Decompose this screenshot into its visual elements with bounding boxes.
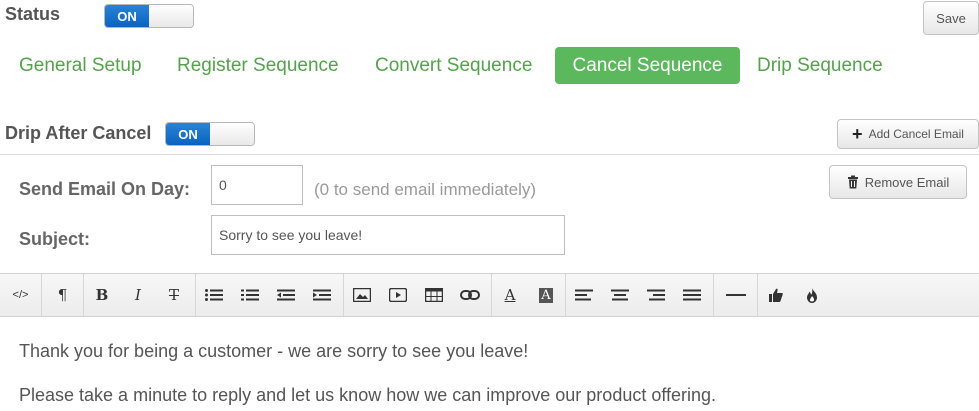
thumbs-up-icon[interactable] <box>758 274 794 316</box>
tab-cancel-sequence[interactable]: Cancel Sequence <box>555 47 740 84</box>
remove-email-label: Remove Email <box>864 174 950 190</box>
html-code-icon[interactable]: </> <box>0 274 41 316</box>
ordered-list-icon[interactable] <box>232 274 268 316</box>
align-left-icon[interactable] <box>566 274 602 316</box>
trash-icon <box>847 175 859 189</box>
background-color-icon[interactable]: A <box>528 274 564 316</box>
table-icon[interactable] <box>416 274 452 316</box>
tab-register-sequence[interactable]: Register Sequence <box>162 47 354 84</box>
align-justify-icon[interactable] <box>674 274 710 316</box>
send-email-on-day-label: Send Email On Day: <box>19 179 191 199</box>
paragraph-icon[interactable]: ¶ <box>42 274 83 316</box>
align-right-icon[interactable] <box>638 274 674 316</box>
text-color-icon[interactable]: A <box>492 274 528 316</box>
toolbar-group-color: A A <box>492 274 566 316</box>
plus-icon: + <box>852 124 863 144</box>
drip-after-cancel-toggle[interactable]: ON <box>165 122 255 146</box>
subject-input[interactable]: Sorry to see you leave! <box>211 215 565 255</box>
unordered-list-icon[interactable] <box>196 274 232 316</box>
align-center-icon[interactable] <box>602 274 638 316</box>
tab-drip-sequence[interactable]: Drip Sequence <box>742 47 898 84</box>
toolbar-group-align <box>566 274 714 316</box>
bold-icon[interactable]: B <box>84 274 120 316</box>
toolbar-group-rule <box>714 274 758 316</box>
link-icon[interactable] <box>452 274 488 316</box>
add-cancel-email-button[interactable]: + Add Cancel Email <box>837 119 979 149</box>
toolbar-group-extra <box>758 274 832 316</box>
toolbar-group-text-style: B I T <box>84 274 196 316</box>
video-icon[interactable] <box>380 274 416 316</box>
status-toggle-on: ON <box>105 5 149 27</box>
italic-icon[interactable]: I <box>120 274 156 316</box>
subject-label: Subject: <box>19 229 91 249</box>
image-icon[interactable] <box>344 274 380 316</box>
add-cancel-email-label: Add Cancel Email <box>868 127 964 141</box>
editor-paragraph: Thank you for being a customer - we are … <box>19 341 529 361</box>
strikethrough-icon[interactable]: T <box>156 274 192 316</box>
drip-toggle-on: ON <box>166 123 210 145</box>
fire-icon[interactable] <box>794 274 830 316</box>
toolbar-group-insert <box>344 274 492 316</box>
send-day-hint: (0 to send email immediately) <box>314 180 537 199</box>
drip-after-cancel-label: Drip After Cancel <box>5 123 152 143</box>
outdent-icon[interactable] <box>268 274 304 316</box>
tab-general-setup[interactable]: General Setup <box>4 47 157 84</box>
indent-icon[interactable] <box>304 274 340 316</box>
tab-convert-sequence[interactable]: Convert Sequence <box>360 47 547 84</box>
remove-email-button[interactable]: Remove Email <box>829 165 967 199</box>
editor-toolbar: </> ¶ B I T A A <box>0 273 979 317</box>
save-button[interactable]: Save <box>923 1 979 35</box>
editor-body[interactable]: Thank you for being a customer - we are … <box>0 318 979 411</box>
status-label: Status <box>5 4 61 24</box>
toolbar-group-format: ¶ <box>42 274 84 316</box>
toolbar-group-lists <box>196 274 344 316</box>
status-toggle[interactable]: ON <box>104 4 194 28</box>
drip-toggle-off <box>210 123 254 145</box>
toolbar-group-code: </> <box>0 274 42 316</box>
editor-paragraph: Please take a minute to reply and let us… <box>19 385 717 405</box>
divider <box>0 154 979 155</box>
send-day-input[interactable]: 0 <box>211 165 303 205</box>
status-toggle-off <box>149 5 193 27</box>
horizontal-rule-icon[interactable] <box>714 274 757 316</box>
